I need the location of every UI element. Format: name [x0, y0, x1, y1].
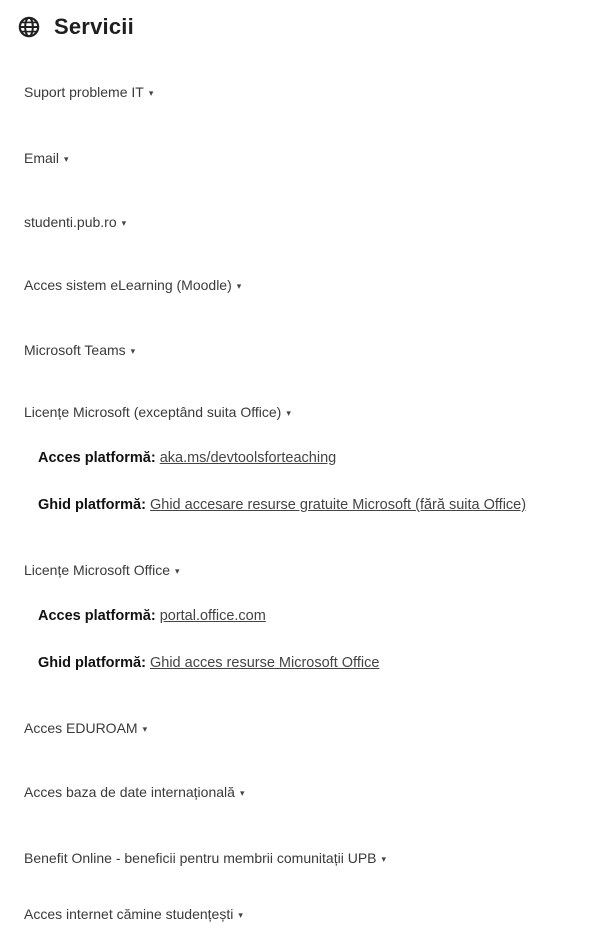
caret-down-icon: ▾ — [236, 281, 242, 291]
item-licente-microsoft[interactable]: Licențe Microsoft (exceptând suita Offic… — [24, 404, 291, 420]
licente-office-access-row: Acces platformă: portal.office.com — [38, 608, 595, 624]
item-eduroam[interactable]: Acces EDUROAM ▾ — [24, 720, 147, 736]
access-label: Acces platformă: — [38, 450, 156, 466]
caret-down-icon: ▾ — [142, 724, 148, 734]
licente-ms-guide-row: Ghid platformă: Ghid accesare resurse gr… — [38, 497, 595, 513]
guide-label: Ghid platformă: — [38, 497, 146, 513]
item-label: Email — [24, 150, 60, 166]
guide-label: Ghid platformă: — [38, 655, 146, 671]
caret-down-icon: ▾ — [286, 408, 291, 418]
caret-down-icon: ▾ — [239, 788, 245, 798]
item-licente-office[interactable]: Licențe Microsoft Office ▾ — [24, 562, 180, 578]
caret-down-icon: ▾ — [121, 218, 127, 228]
access-label: Acces platformă: — [38, 608, 156, 624]
caret-down-icon: ▾ — [148, 88, 154, 98]
item-label: Microsoft Teams — [24, 342, 126, 358]
guide-link[interactable]: Ghid accesare resurse gratuite Microsoft… — [150, 497, 526, 513]
access-link[interactable]: portal.office.com — [160, 608, 266, 624]
item-email[interactable]: Email ▾ — [24, 150, 69, 166]
section-header: Servicii — [18, 14, 134, 40]
item-label: Acces internet cămine studențești — [24, 906, 234, 922]
item-label: Suport probleme IT — [24, 84, 144, 100]
caret-down-icon: ▾ — [238, 910, 243, 920]
access-link[interactable]: aka.ms/devtoolsforteaching — [160, 450, 337, 466]
item-studenti-pub[interactable]: studenti.pub.ro ▾ — [24, 214, 126, 230]
licente-ms-access-row: Acces platformă: aka.ms/devtoolsforteach… — [38, 450, 595, 466]
item-label: Acces sistem eLearning (Moodle) — [24, 277, 232, 293]
item-label: Licențe Microsoft (exceptând suita Offic… — [24, 404, 282, 420]
caret-down-icon: ▾ — [130, 346, 136, 356]
licente-office-guide-row: Ghid platformă: Ghid acces resurse Micro… — [38, 655, 595, 671]
item-label: Benefit Online - beneficii pentru membri… — [24, 850, 377, 866]
globe-icon — [18, 16, 40, 38]
item-label: Acces baza de date internațională — [24, 784, 235, 800]
guide-link[interactable]: Ghid acces resurse Microsoft Office — [150, 655, 379, 671]
item-label: Acces EDUROAM — [24, 720, 138, 736]
caret-down-icon: ▾ — [175, 566, 180, 576]
section-title: Servicii — [54, 14, 134, 39]
item-suport-it[interactable]: Suport probleme IT ▾ — [24, 84, 153, 100]
caret-down-icon: ▾ — [64, 154, 69, 164]
item-baza-date[interactable]: Acces baza de date internațională ▾ — [24, 784, 244, 800]
item-elearning-moodle[interactable]: Acces sistem eLearning (Moodle) ▾ — [24, 277, 241, 293]
item-label: Licențe Microsoft Office — [24, 562, 171, 578]
item-microsoft-teams[interactable]: Microsoft Teams ▾ — [24, 342, 135, 358]
caret-down-icon: ▾ — [381, 854, 387, 864]
services-page: Servicii Suport probleme IT ▾ Email ▾ stud… — [0, 0, 595, 931]
item-internet-camine[interactable]: Acces internet cămine studențești ▾ — [24, 906, 243, 922]
item-label: studenti.pub.ro — [24, 214, 117, 230]
item-benefit-online[interactable]: Benefit Online - beneficii pentru membri… — [24, 850, 386, 866]
